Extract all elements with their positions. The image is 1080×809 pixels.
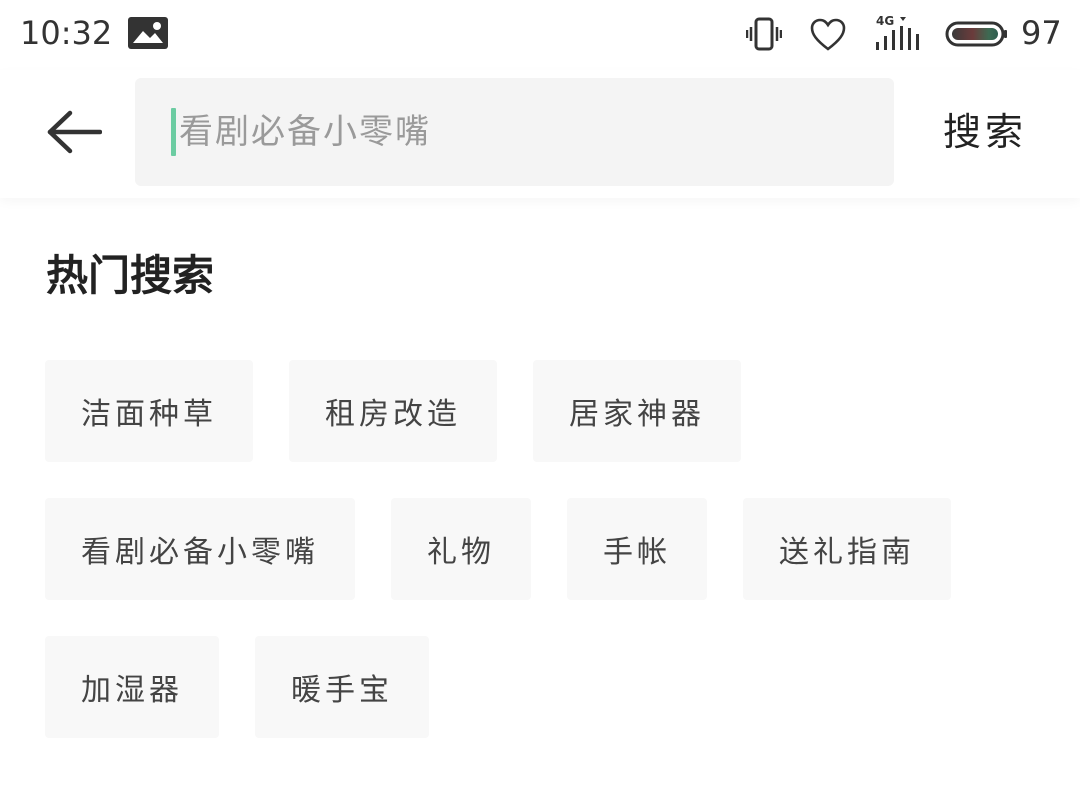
network-type-label: 4G xyxy=(876,14,894,28)
back-button[interactable] xyxy=(40,100,108,164)
hot-search-tag[interactable]: 看剧必备小零嘴 xyxy=(45,498,355,600)
arrow-left-icon xyxy=(47,110,102,154)
hot-search-tag[interactable]: 洁面种草 xyxy=(45,360,253,462)
hot-search-title: 热门搜索 xyxy=(46,251,215,300)
screen: 10:32 4G 97 看剧必备小零嘴 搜索 热门搜索 洁面种草 租房改造 居家… xyxy=(0,0,1080,809)
hot-search-tag[interactable]: 租房改造 xyxy=(289,360,497,462)
search-box[interactable] xyxy=(135,78,894,186)
text-cursor xyxy=(171,108,176,156)
hot-search-tag[interactable]: 居家神器 xyxy=(533,360,741,462)
status-bar: 10:32 4G 97 xyxy=(0,0,1080,70)
hot-search-tag[interactable]: 礼物 xyxy=(391,498,531,600)
search-button[interactable]: 搜索 xyxy=(930,100,1040,164)
hot-search-tag[interactable]: 暖手宝 xyxy=(255,636,429,738)
battery-icon xyxy=(945,20,1009,48)
hot-search-tag[interactable]: 加湿器 xyxy=(45,636,219,738)
gallery-icon xyxy=(128,17,168,49)
hot-search-tag[interactable]: 送礼指南 xyxy=(743,498,951,600)
battery-level: 97 xyxy=(1021,14,1062,52)
search-header: 搜索 xyxy=(0,70,1080,198)
status-time: 10:32 xyxy=(20,14,113,52)
hot-search-tag[interactable]: 手帐 xyxy=(567,498,707,600)
heart-icon xyxy=(810,18,846,52)
vibrate-icon xyxy=(745,16,783,52)
search-input[interactable] xyxy=(179,78,869,186)
signal-icon: 4G xyxy=(874,14,920,52)
